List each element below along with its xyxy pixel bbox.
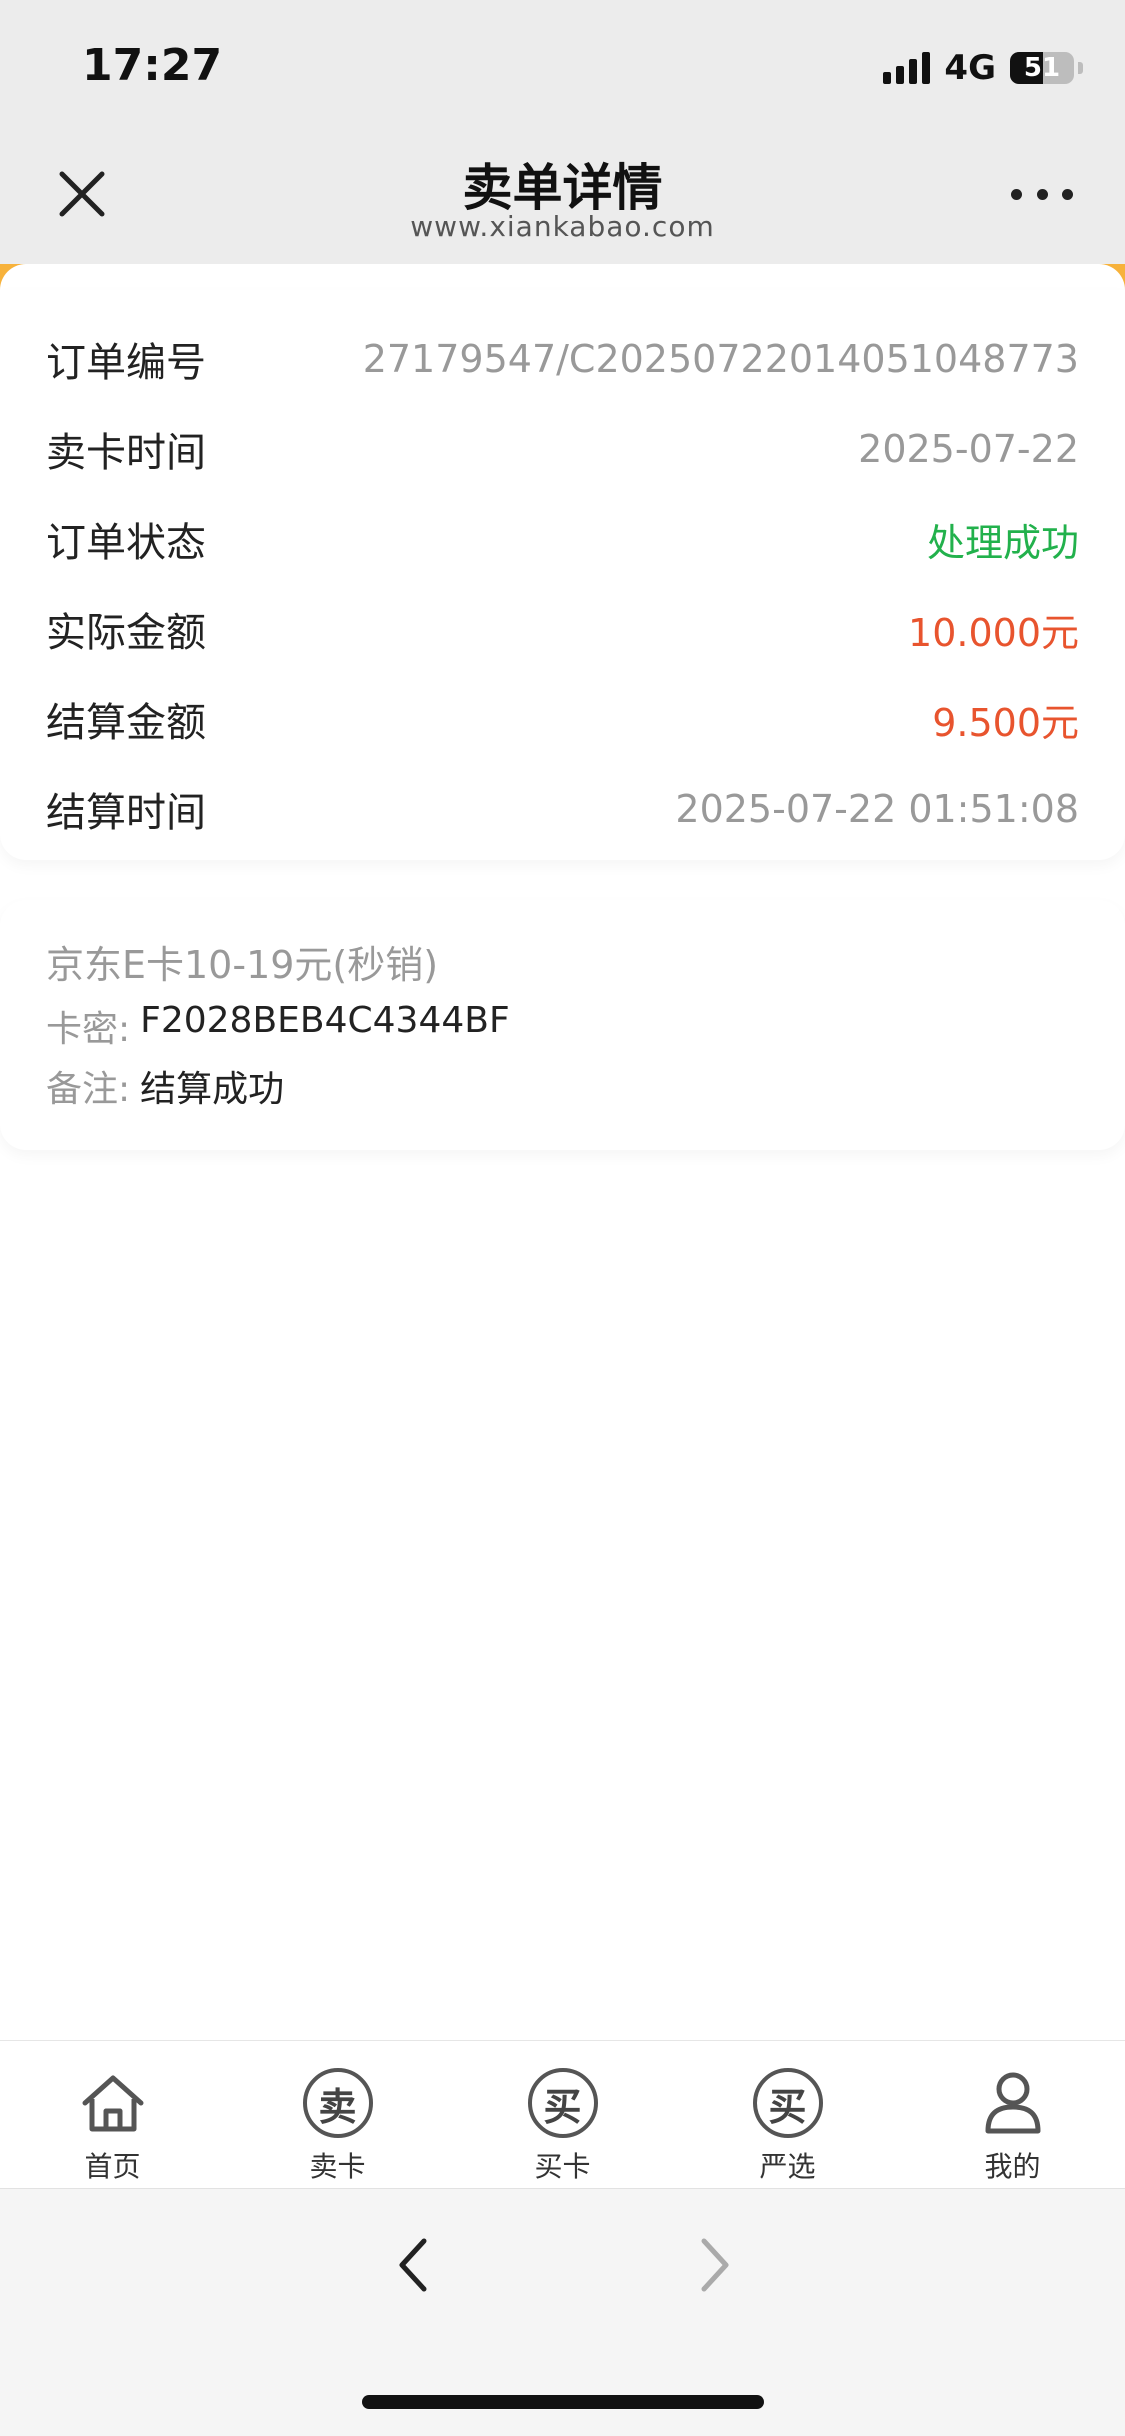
note-line: 备注: 结算成功 bbox=[46, 1060, 284, 1112]
buy-icon: 买 bbox=[527, 2068, 598, 2138]
home-icon bbox=[77, 2067, 149, 2139]
tab-sell-label: 卖卡 bbox=[309, 2150, 366, 2183]
forward-arrow-icon[interactable] bbox=[696, 2235, 736, 2295]
actual-amount-row: 实际金额 10.000元 bbox=[46, 584, 1079, 674]
card-product-title: 京东E卡10-19元(秒销) bbox=[46, 943, 439, 987]
sell-icon-wrap: 卖 bbox=[302, 2067, 374, 2139]
tab-home-label: 首页 bbox=[84, 2150, 141, 2183]
order-status-label: 订单状态 bbox=[46, 520, 206, 566]
sell-time-row: 卖卡时间 2025-07-22 bbox=[46, 404, 1079, 494]
card-secret-line: 卡密: F2028BEB4C4344BF bbox=[46, 1000, 510, 1052]
tab-mine[interactable]: 我的 bbox=[900, 2041, 1125, 2189]
settle-time-row: 结算时间 2025-07-22 01:51:08 bbox=[46, 764, 1079, 854]
tab-home[interactable]: 首页 bbox=[0, 2041, 225, 2189]
status-time: 17:27 bbox=[82, 40, 223, 91]
battery-level: 51 bbox=[1023, 53, 1061, 83]
select-icon: 买 bbox=[752, 2068, 823, 2138]
order-status-value: 处理成功 bbox=[926, 520, 1079, 565]
actual-amount-value: 10.000元 bbox=[908, 610, 1079, 655]
settle-time-value: 2025-07-22 01:51:08 bbox=[675, 787, 1079, 831]
more-icon[interactable] bbox=[1011, 182, 1073, 206]
signal-icon bbox=[883, 52, 931, 84]
battery-icon: 51 bbox=[1010, 52, 1074, 84]
sell-time-label: 卖卡时间 bbox=[46, 430, 206, 476]
page-url: www.xiankabao.com bbox=[410, 210, 715, 243]
tab-sell[interactable]: 卖 卖卡 bbox=[225, 2041, 450, 2189]
select-icon-wrap: 买 bbox=[752, 2067, 824, 2139]
order-number-value: 27179547/C20250722014051048773 bbox=[362, 337, 1079, 381]
order-status-row: 订单状态 处理成功 bbox=[46, 494, 1079, 584]
back-arrow-icon[interactable] bbox=[392, 2235, 432, 2295]
order-number-row: 订单编号 27179547/C20250722014051048773 bbox=[46, 314, 1079, 404]
bottom-tabbar: 首页 卖 卖卡 买 买卡 买 严选 我的 bbox=[0, 2040, 1125, 2188]
sell-time-value: 2025-07-22 bbox=[858, 427, 1079, 471]
card-secret-value[interactable]: F2028BEB4C4344BF bbox=[140, 1000, 510, 1052]
card-detail: 京东E卡10-19元(秒销) 卡密: F2028BEB4C4344BF 备注: … bbox=[0, 900, 1125, 1150]
user-icon bbox=[977, 2067, 1049, 2139]
tab-buy-label: 买卡 bbox=[534, 2150, 591, 2183]
home-indicator bbox=[362, 2395, 764, 2409]
buy-icon-wrap: 买 bbox=[527, 2067, 599, 2139]
network-label: 4G bbox=[944, 48, 996, 88]
note-label: 备注: bbox=[46, 1069, 131, 1110]
settle-amount-label: 结算金额 bbox=[46, 700, 206, 746]
actual-amount-label: 实际金额 bbox=[46, 610, 206, 656]
settle-time-label: 结算时间 bbox=[46, 790, 206, 836]
top-header: 17:27 4G 51 卖单详情 www.xiankabao.com bbox=[0, 0, 1125, 264]
status-indicators: 4G 51 bbox=[883, 48, 1083, 88]
tab-mine-label: 我的 bbox=[984, 2150, 1041, 2183]
order-info-card: 订单编号 27179547/C20250722014051048773 卖卡时间… bbox=[0, 290, 1125, 860]
order-number-label: 订单编号 bbox=[46, 340, 206, 386]
settle-amount-value: 9.500元 bbox=[932, 700, 1079, 745]
tab-select[interactable]: 买 严选 bbox=[675, 2041, 900, 2189]
card-secret-label: 卡密: bbox=[46, 1009, 131, 1050]
note-value: 结算成功 bbox=[140, 1069, 285, 1110]
settle-amount-row: 结算金额 9.500元 bbox=[46, 674, 1079, 764]
battery-tip bbox=[1078, 62, 1083, 74]
sell-icon: 卖 bbox=[302, 2068, 373, 2138]
tab-buy[interactable]: 买 买卡 bbox=[450, 2041, 675, 2189]
tab-select-label: 严选 bbox=[759, 2150, 816, 2183]
